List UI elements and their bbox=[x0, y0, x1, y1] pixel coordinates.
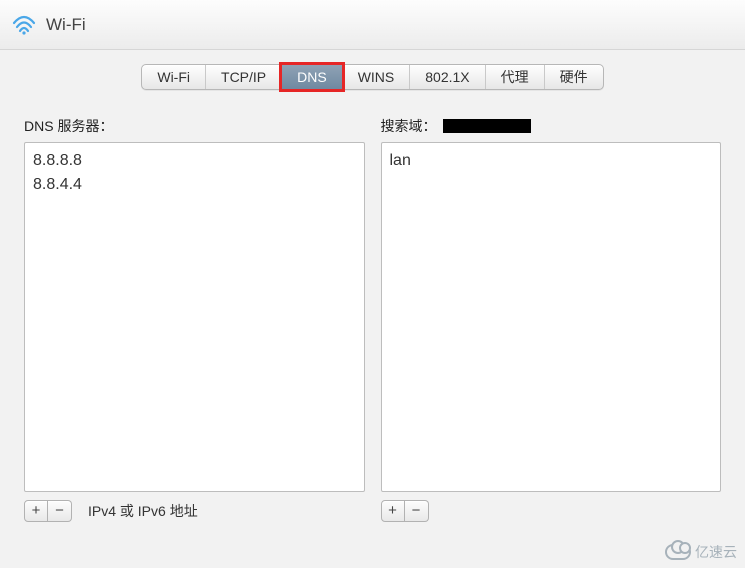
dns-panel: DNS 服务器： 8.8.8.8 8.8.4.4 + − IPv4 或 IPv6… bbox=[24, 116, 365, 522]
tabs-container: Wi-Fi TCP/IP DNS WINS 802.1X 代理 硬件 bbox=[0, 50, 745, 102]
dns-servers-label: DNS 服务器： bbox=[24, 116, 365, 136]
list-item[interactable]: 8.8.4.4 bbox=[33, 173, 356, 197]
list-item[interactable]: 8.8.8.8 bbox=[33, 149, 356, 173]
search-domains-add-button[interactable]: + bbox=[381, 500, 405, 522]
dns-servers-list[interactable]: 8.8.8.8 8.8.4.4 bbox=[24, 142, 365, 492]
window-titlebar: Wi-Fi bbox=[0, 0, 745, 50]
tab-tcpip[interactable]: TCP/IP bbox=[206, 65, 282, 89]
dns-footer: + − IPv4 或 IPv6 地址 bbox=[24, 500, 365, 522]
search-domains-label: 搜索域： bbox=[381, 116, 722, 136]
watermark: 亿速云 bbox=[665, 542, 737, 562]
tab-bar: Wi-Fi TCP/IP DNS WINS 802.1X 代理 硬件 bbox=[141, 64, 603, 90]
page-title: Wi-Fi bbox=[46, 15, 86, 35]
tab-proxy[interactable]: 代理 bbox=[486, 65, 545, 89]
dns-add-button[interactable]: + bbox=[24, 500, 48, 522]
list-item[interactable]: lan bbox=[390, 149, 713, 173]
search-domains-label-text: 搜索域： bbox=[381, 116, 437, 136]
tab-8021x[interactable]: 802.1X bbox=[410, 65, 485, 89]
search-domains-panel: 搜索域： lan + − bbox=[381, 116, 722, 522]
dns-add-remove-group: + − bbox=[24, 500, 72, 522]
content-area: DNS 服务器： 8.8.8.8 8.8.4.4 + − IPv4 或 IPv6… bbox=[0, 102, 745, 522]
search-domains-list[interactable]: lan bbox=[381, 142, 722, 492]
tab-wifi[interactable]: Wi-Fi bbox=[142, 65, 206, 89]
dns-remove-button[interactable]: − bbox=[48, 500, 72, 522]
tab-hardware[interactable]: 硬件 bbox=[545, 65, 603, 89]
search-domains-remove-button[interactable]: − bbox=[405, 500, 429, 522]
cloud-icon bbox=[665, 544, 691, 560]
tab-wins[interactable]: WINS bbox=[343, 65, 411, 89]
watermark-text: 亿速云 bbox=[695, 542, 737, 562]
tab-dns[interactable]: DNS bbox=[282, 65, 343, 89]
wifi-icon bbox=[12, 15, 36, 35]
search-domains-footer: + − bbox=[381, 500, 722, 522]
dns-hint-label: IPv4 或 IPv6 地址 bbox=[88, 501, 198, 521]
redacted-block bbox=[443, 119, 531, 133]
search-domains-add-remove-group: + − bbox=[381, 500, 429, 522]
